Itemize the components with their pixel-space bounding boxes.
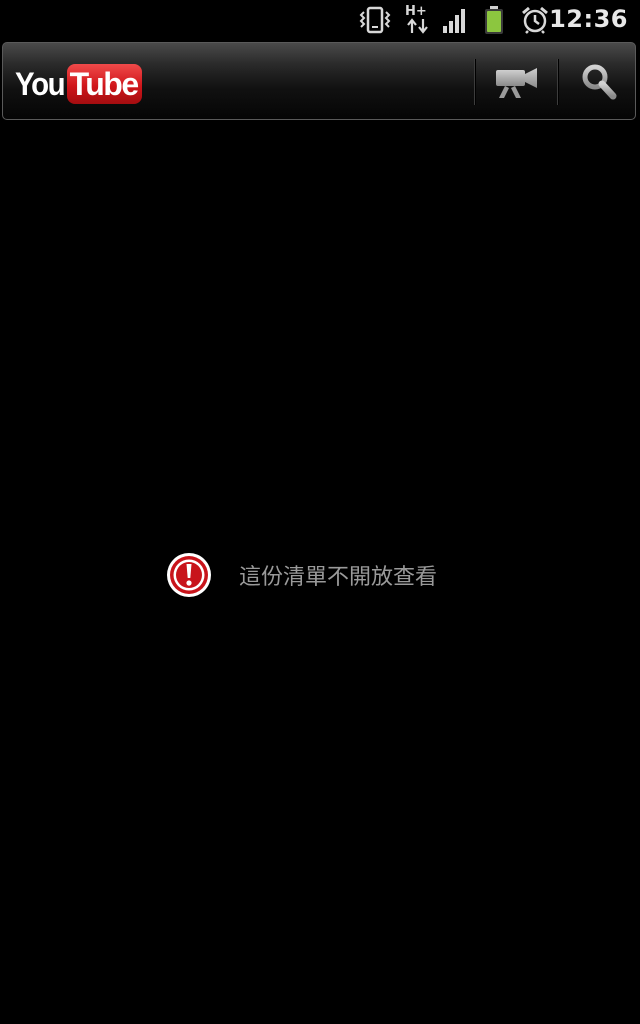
upload-video-button[interactable] xyxy=(477,47,557,117)
signal-icon xyxy=(443,9,465,33)
logo-tube-text: Tube xyxy=(66,64,142,104)
logo-you-text: You xyxy=(15,65,66,102)
message-text: 這份清單不開放查看 xyxy=(239,565,438,590)
alarm-icon xyxy=(522,6,548,34)
action-divider xyxy=(474,59,475,105)
vibrate-icon xyxy=(359,6,391,34)
video-camera-icon xyxy=(496,68,537,98)
search-button[interactable] xyxy=(559,47,639,117)
action-divider xyxy=(557,59,558,105)
battery-icon xyxy=(485,6,503,34)
status-time: 12:36 xyxy=(549,5,628,33)
search-icon xyxy=(582,64,617,100)
status-bar: H+ 12:36 xyxy=(0,0,640,40)
network-hplus-icon: H+ xyxy=(404,4,430,34)
alert-icon xyxy=(167,553,211,597)
youtube-logo[interactable]: You Tube xyxy=(15,63,142,105)
action-bar: You Tube xyxy=(2,42,636,120)
empty-state-message: 這份清單不開放查看 xyxy=(165,550,437,600)
